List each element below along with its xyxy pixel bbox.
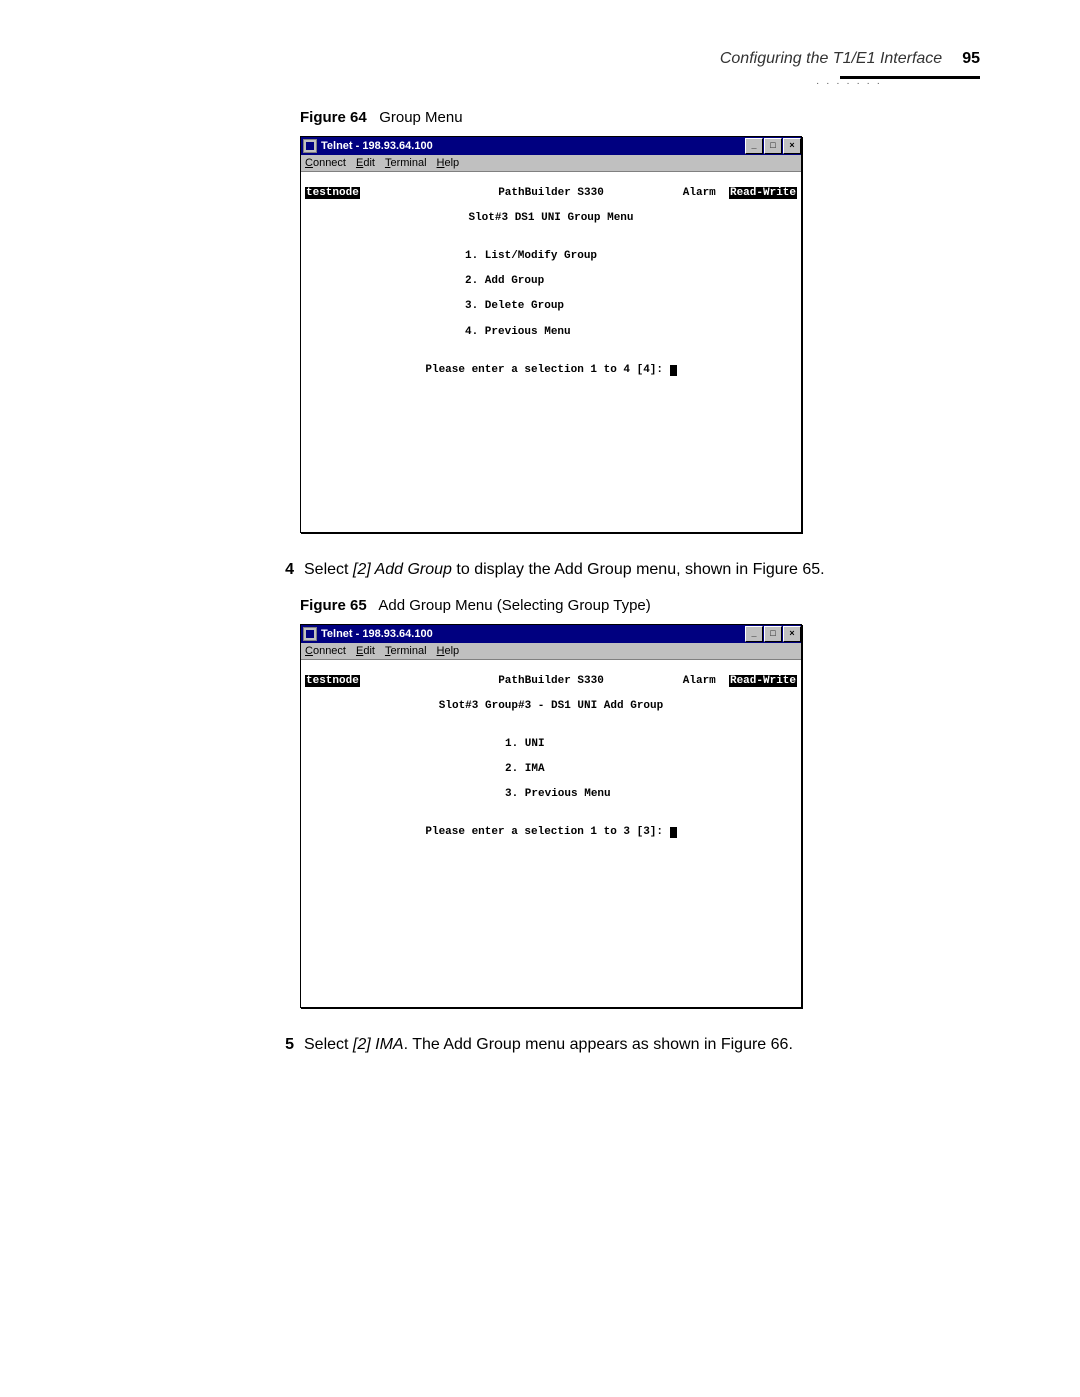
header-title: Configuring the T1/E1 Interface xyxy=(720,50,942,68)
menu-connect[interactable]: Connect xyxy=(305,157,346,169)
node-label: testnode xyxy=(305,187,360,199)
titlebar[interactable]: Telnet - 198.93.64.100 _ □ × xyxy=(301,625,801,643)
close-button[interactable]: × xyxy=(783,626,801,642)
menu-option-1: 1. List/Modify Group xyxy=(465,250,797,263)
cursor-icon xyxy=(670,827,677,838)
menu-terminal[interactable]: Terminal xyxy=(385,645,427,657)
menu-option-1: 1. UNI xyxy=(505,738,797,751)
telnet-window-fig64: Telnet - 198.93.64.100 _ □ × Connect Edi… xyxy=(300,136,802,533)
prompt-text: Please enter a selection 1 to 4 [4]: xyxy=(425,364,669,376)
step-5: 5 Select [2] IMA. The Add Group menu app… xyxy=(280,1036,980,1054)
menu-terminal[interactable]: Terminal xyxy=(385,157,427,169)
page-header: Configuring the T1/E1 Interface 95 · · ·… xyxy=(100,50,980,68)
window-title: Telnet - 198.93.64.100 xyxy=(321,628,433,640)
alarm-label: Alarm xyxy=(683,187,716,199)
minimize-button[interactable]: _ xyxy=(745,138,763,154)
telnet-window-fig65: Telnet - 198.93.64.100 _ □ × Connect Edi… xyxy=(300,624,802,1008)
step4-pre: Select xyxy=(304,561,353,578)
window-title: Telnet - 198.93.64.100 xyxy=(321,140,433,152)
prompt-text: Please enter a selection 1 to 3 [3]: xyxy=(425,826,669,838)
menu-connect[interactable]: Connect xyxy=(305,645,346,657)
titlebar[interactable]: Telnet - 198.93.64.100 _ □ × xyxy=(301,137,801,155)
app-icon xyxy=(303,627,317,641)
page-number: 95 xyxy=(962,50,980,68)
maximize-button[interactable]: □ xyxy=(764,138,782,154)
subtitle: Slot#3 Group#3 - DS1 UNI Add Group xyxy=(305,700,797,713)
terminal-body[interactable]: testnode PathBuilder S330 Alarm Read-Write… xyxy=(301,660,801,1007)
menu-edit[interactable]: Edit xyxy=(356,157,375,169)
page: Configuring the T1/E1 Interface 95 · · ·… xyxy=(0,0,1080,1122)
mode-label: Read-Write xyxy=(729,187,797,199)
figure-65-label: Figure 65 xyxy=(300,597,367,614)
step4-post: to display the Add Group menu, shown in … xyxy=(452,561,825,578)
figure-64-caption-text: Group Menu xyxy=(379,109,462,126)
figure-65-caption: Figure 65 Add Group Menu (Selecting Grou… xyxy=(300,597,980,614)
header-dots-decoration: · · · · · · · xyxy=(816,78,882,89)
mode-label: Read-Write xyxy=(729,675,797,687)
minimize-button[interactable]: _ xyxy=(745,626,763,642)
figure-65-caption-text: Add Group Menu (Selecting Group Type) xyxy=(378,597,650,614)
menu-option-2: 2. Add Group xyxy=(465,275,797,288)
close-button[interactable]: × xyxy=(783,138,801,154)
step5-pre: Select xyxy=(304,1036,353,1053)
step-number-4: 4 xyxy=(280,561,294,579)
node-label: testnode xyxy=(305,675,360,687)
step-4: 4 Select [2] Add Group to display the Ad… xyxy=(280,561,980,579)
step4-em: [2] Add Group xyxy=(353,561,452,578)
step-4-text: Select [2] Add Group to display the Add … xyxy=(304,561,825,579)
menu-help[interactable]: Help xyxy=(437,645,460,657)
menu-option-4: 4. Previous Menu xyxy=(465,326,797,339)
figure-64-label: Figure 64 xyxy=(300,109,367,126)
terminal-body[interactable]: testnode PathBuilder S330 Alarm Read-Write… xyxy=(301,172,801,532)
alarm-label: Alarm xyxy=(683,675,716,687)
menu-option-2: 2. IMA xyxy=(505,763,797,776)
menubar: Connect Edit Terminal Help xyxy=(301,155,801,172)
device-name: PathBuilder S330 xyxy=(498,675,604,688)
device-name: PathBuilder S330 xyxy=(498,187,604,200)
menubar: Connect Edit Terminal Help xyxy=(301,643,801,660)
menu-option-3: 3. Delete Group xyxy=(465,300,797,313)
cursor-icon xyxy=(670,365,677,376)
subtitle: Slot#3 DS1 UNI Group Menu xyxy=(305,212,797,225)
header-rule xyxy=(100,76,980,79)
step-5-text: Select [2] IMA. The Add Group menu appea… xyxy=(304,1036,793,1054)
menu-option-3: 3. Previous Menu xyxy=(505,788,797,801)
step5-em: [2] IMA xyxy=(353,1036,404,1053)
step5-post: . The Add Group menu appears as shown in… xyxy=(404,1036,793,1053)
step-number-5: 5 xyxy=(280,1036,294,1054)
menu-help[interactable]: Help xyxy=(437,157,460,169)
content-column: Figure 64 Group Menu Telnet - 198.93.64.… xyxy=(300,109,980,1054)
app-icon xyxy=(303,139,317,153)
figure-64-caption: Figure 64 Group Menu xyxy=(300,109,980,126)
maximize-button[interactable]: □ xyxy=(764,626,782,642)
menu-edit[interactable]: Edit xyxy=(356,645,375,657)
